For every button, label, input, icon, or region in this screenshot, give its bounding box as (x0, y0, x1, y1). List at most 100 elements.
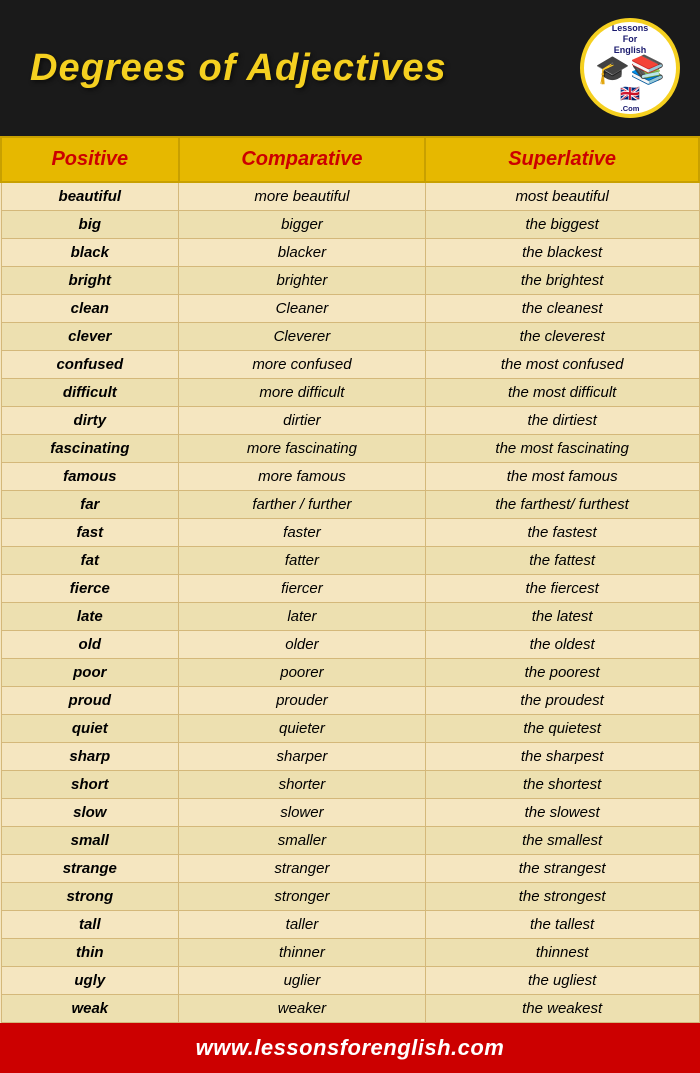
superlative-cell: the most confused (425, 351, 699, 379)
comparative-cell: bigger (179, 211, 426, 239)
superlative-cell: the shortest (425, 771, 699, 799)
superlative-cell: the cleanest (425, 295, 699, 323)
adjectives-table: Positive Comparative Superlative beautif… (0, 136, 700, 1023)
table-header-row: Positive Comparative Superlative (1, 137, 699, 182)
superlative-cell: the smallest (425, 827, 699, 855)
comparative-cell: brighter (179, 267, 426, 295)
comparative-cell: Cleaner (179, 295, 426, 323)
comparative-cell: weaker (179, 995, 426, 1023)
comparative-cell: faster (179, 519, 426, 547)
superlative-cell: thinnest (425, 939, 699, 967)
superlative-cell: the ugliest (425, 967, 699, 995)
superlative-cell: the fattest (425, 547, 699, 575)
comparative-cell: quieter (179, 715, 426, 743)
comparative-cell: more difficult (179, 379, 426, 407)
table-row: fiercefiercerthe fiercest (1, 575, 699, 603)
superlative-cell: most beautiful (425, 182, 699, 211)
table-row: strangestrangerthe strangest (1, 855, 699, 883)
table-row: brightbrighterthe brightest (1, 267, 699, 295)
table-row: shortshorterthe shortest (1, 771, 699, 799)
superlative-cell: the latest (425, 603, 699, 631)
superlative-cell: the oldest (425, 631, 699, 659)
table-row: latelaterthe latest (1, 603, 699, 631)
table-row: cleanCleanerthe cleanest (1, 295, 699, 323)
comparative-cell: blacker (179, 239, 426, 267)
table-row: proudprouderthe proudest (1, 687, 699, 715)
table-row: fastfasterthe fastest (1, 519, 699, 547)
superlative-cell: the fastest (425, 519, 699, 547)
table-row: difficultmore difficultthe most difficul… (1, 379, 699, 407)
positive-cell: strong (1, 883, 179, 911)
col-header-superlative: Superlative (425, 137, 699, 182)
superlative-cell: the fiercest (425, 575, 699, 603)
table-row: quietquieterthe quietest (1, 715, 699, 743)
table-row: poorpoorerthe poorest (1, 659, 699, 687)
comparative-cell: later (179, 603, 426, 631)
positive-cell: quiet (1, 715, 179, 743)
superlative-cell: the brightest (425, 267, 699, 295)
table-row: confusedmore confusedthe most confused (1, 351, 699, 379)
comparative-cell: fiercer (179, 575, 426, 603)
comparative-cell: older (179, 631, 426, 659)
positive-cell: famous (1, 463, 179, 491)
comparative-cell: dirtier (179, 407, 426, 435)
col-header-positive: Positive (1, 137, 179, 182)
superlative-cell: the sharpest (425, 743, 699, 771)
positive-cell: fierce (1, 575, 179, 603)
table-row: thinthinnerthinnest (1, 939, 699, 967)
comparative-cell: stranger (179, 855, 426, 883)
superlative-cell: the quietest (425, 715, 699, 743)
comparative-cell: more confused (179, 351, 426, 379)
positive-cell: confused (1, 351, 179, 379)
table-row: weakweakerthe weakest (1, 995, 699, 1023)
superlative-cell: the most fascinating (425, 435, 699, 463)
positive-cell: fat (1, 547, 179, 575)
positive-cell: far (1, 491, 179, 519)
positive-cell: bright (1, 267, 179, 295)
table-row: farfarther / furtherthe farthest/ furthe… (1, 491, 699, 519)
comparative-cell: more fascinating (179, 435, 426, 463)
positive-cell: proud (1, 687, 179, 715)
positive-cell: late (1, 603, 179, 631)
positive-cell: difficult (1, 379, 179, 407)
positive-cell: dirty (1, 407, 179, 435)
comparative-cell: farther / further (179, 491, 426, 519)
superlative-cell: the most famous (425, 463, 699, 491)
table-row: slowslowerthe slowest (1, 799, 699, 827)
comparative-cell: prouder (179, 687, 426, 715)
comparative-cell: poorer (179, 659, 426, 687)
positive-cell: black (1, 239, 179, 267)
table-row: talltallerthe tallest (1, 911, 699, 939)
superlative-cell: the cleverest (425, 323, 699, 351)
positive-cell: beautiful (1, 182, 179, 211)
table-row: blackblackerthe blackest (1, 239, 699, 267)
comparative-cell: thinner (179, 939, 426, 967)
col-header-comparative: Comparative (179, 137, 426, 182)
positive-cell: strange (1, 855, 179, 883)
logo-books-icon: 🎓📚 (595, 56, 665, 84)
positive-cell: tall (1, 911, 179, 939)
logo-bottom-text: .Com (621, 104, 640, 113)
comparative-cell: Cleverer (179, 323, 426, 351)
header: Degrees of Adjectives LessonsForEnglish … (0, 0, 700, 136)
superlative-cell: the poorest (425, 659, 699, 687)
positive-cell: slow (1, 799, 179, 827)
positive-cell: fascinating (1, 435, 179, 463)
table-row: smallsmallerthe smallest (1, 827, 699, 855)
comparative-cell: smaller (179, 827, 426, 855)
superlative-cell: the most difficult (425, 379, 699, 407)
page-wrapper: Degrees of Adjectives LessonsForEnglish … (0, 0, 700, 1073)
superlative-cell: the slowest (425, 799, 699, 827)
table-row: bigbiggerthe biggest (1, 211, 699, 239)
comparative-cell: more famous (179, 463, 426, 491)
positive-cell: fast (1, 519, 179, 547)
table-row: sharpsharperthe sharpest (1, 743, 699, 771)
table-row: uglyuglierthe ugliest (1, 967, 699, 995)
superlative-cell: the strongest (425, 883, 699, 911)
superlative-cell: the blackest (425, 239, 699, 267)
table-row: fatfatterthe fattest (1, 547, 699, 575)
footer-url: www.lessonsforenglish.com (196, 1035, 505, 1060)
table-row: oldolderthe oldest (1, 631, 699, 659)
comparative-cell: uglier (179, 967, 426, 995)
footer: www.lessonsforenglish.com (0, 1023, 700, 1073)
